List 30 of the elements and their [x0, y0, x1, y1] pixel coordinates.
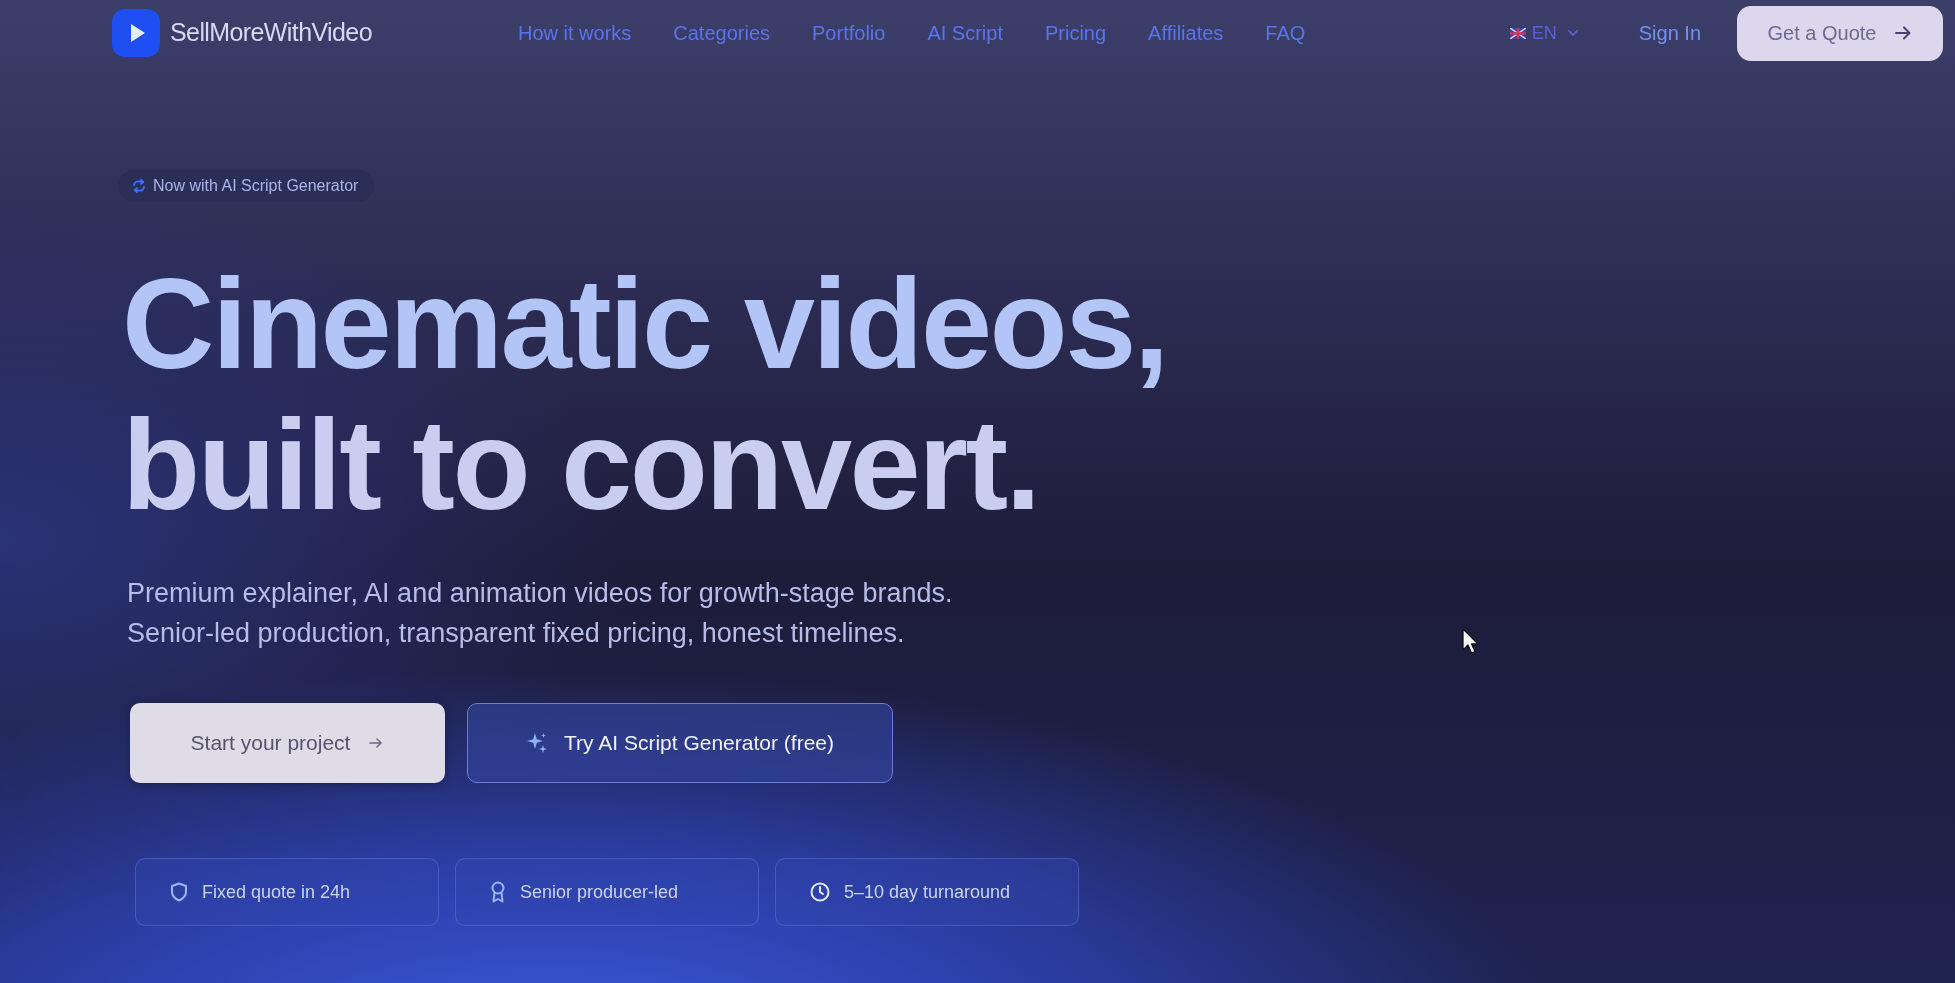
feature-text: Fixed quote in 24h [202, 880, 351, 904]
nav-link[interactable]: Portfolio [812, 18, 886, 48]
sparkle-icon [526, 732, 548, 754]
sign-in-link[interactable]: Sign In [1638, 18, 1701, 48]
nav-link[interactable]: Categories [673, 18, 770, 48]
get-quote-button[interactable]: Get a Quote [1737, 5, 1943, 61]
hero-subtitle: Premium explainer, AI and animation videos for growth-stage brands. Senior-led production, transparent fixed pricing, honest timelines. [127, 577, 953, 650]
announcement-text: Now with AI Script Generator [153, 176, 359, 196]
ai-script-button[interactable]: Try AI Script Generator (free) [467, 703, 893, 783]
play-icon[interactable] [112, 9, 160, 57]
clock-icon [810, 882, 830, 902]
chevron-down-icon [1566, 29, 1579, 37]
arrow-right-icon [1894, 24, 1913, 42]
nav-link[interactable]: How it works [517, 18, 632, 48]
feature-text: 5–10 day turnaround [844, 880, 1011, 904]
nav-link[interactable]: Pricing [1044, 18, 1107, 48]
feature-text: Senior producer-led [520, 880, 679, 904]
cursor-icon [1462, 628, 1480, 655]
nav-link[interactable]: Affiliates [1148, 18, 1224, 48]
shield-icon [170, 882, 188, 902]
brand-name[interactable]: SellMoreWithVideo [170, 14, 372, 52]
award-icon [490, 881, 506, 903]
arrow-right-icon [368, 735, 385, 751]
nav-link[interactable]: FAQ [1265, 18, 1306, 48]
headline: Cinematic videos, built to convert. [122, 253, 1167, 535]
arrows-icon [132, 179, 146, 193]
nav-link[interactable]: AI Script [927, 18, 1003, 48]
start-project-button[interactable]: Start your project [130, 703, 445, 783]
language-selector[interactable]: EN [1509, 19, 1579, 47]
flag-icon [1509, 27, 1526, 39]
